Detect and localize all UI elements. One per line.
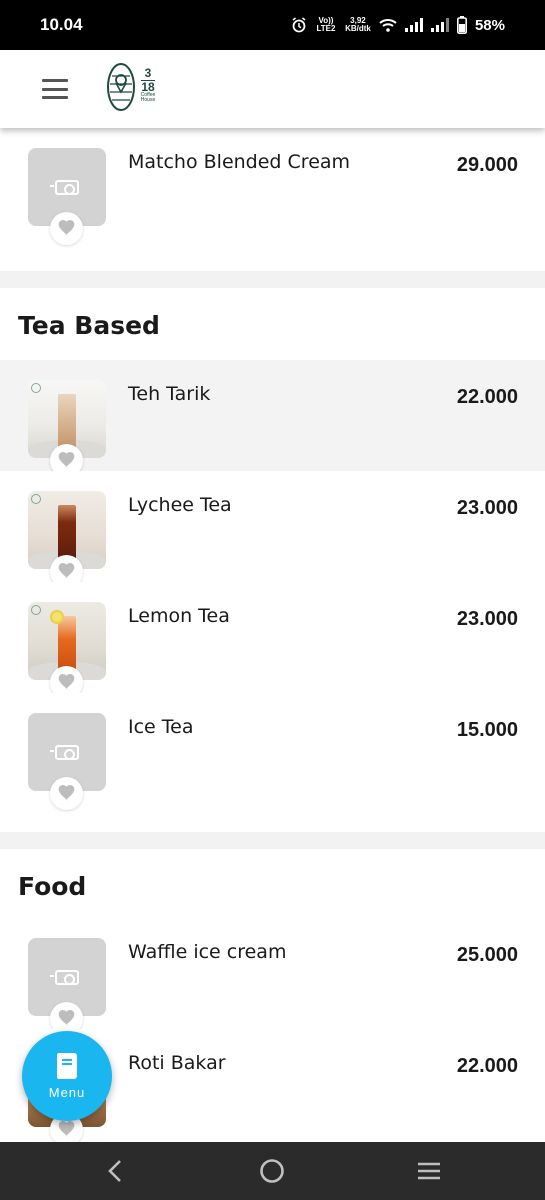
camera-icon — [50, 970, 79, 985]
status-time: 10.04 — [40, 15, 83, 34]
system-nav-bar — [0, 1142, 545, 1200]
heart-icon — [58, 1121, 75, 1138]
alarm-icon — [292, 17, 306, 33]
item-price: 29.000 — [456, 154, 518, 176]
logo-text: 3 18 Coffee House — [140, 66, 156, 103]
item-name: Lemon Tea — [128, 605, 230, 627]
status-bar: 10.04 Vo)) LTE2 3,92 KB/dtk 58% — [0, 0, 545, 50]
wifi-icon — [379, 19, 397, 32]
heart-icon — [58, 563, 75, 580]
section-title: Food — [18, 872, 87, 901]
favorite-button[interactable] — [50, 212, 83, 245]
book-icon — [57, 1052, 77, 1079]
list-item[interactable]: Matcho Blended Cream 29.000 — [0, 128, 545, 245]
list-item[interactable]: Waffle ice cream 25.000 — [0, 918, 545, 1035]
item-name: Matcho Blended Cream — [128, 151, 351, 173]
carrier-label: Vo)) LTE2 — [316, 16, 336, 33]
item-price: 23.000 — [456, 497, 518, 519]
heart-icon — [58, 674, 75, 691]
section-divider — [0, 271, 545, 288]
camera-icon — [50, 180, 79, 195]
list-item[interactable]: Teh Tarik 22.000 — [0, 360, 545, 477]
back-button[interactable] — [100, 1157, 130, 1185]
battery-percent: 58% — [474, 16, 505, 34]
item-price: 22.000 — [456, 1055, 518, 1077]
heart-icon — [58, 1010, 75, 1027]
heart-icon — [58, 452, 75, 469]
heart-icon — [58, 220, 75, 237]
section-title: Tea Based — [18, 311, 160, 340]
status-indicators: Vo)) LTE2 3,92 KB/dtk 58% — [291, 16, 505, 34]
back-icon — [108, 1160, 121, 1182]
list-item[interactable]: Lychee Tea 23.000 — [0, 471, 545, 588]
item-price: 15.000 — [456, 719, 518, 741]
item-name: Ice Tea — [128, 716, 194, 738]
home-icon — [260, 1159, 284, 1183]
heart-icon — [58, 785, 75, 802]
item-price: 25.000 — [456, 944, 518, 966]
camera-icon — [50, 745, 79, 760]
fab-label: Menu — [48, 1084, 86, 1100]
item-price: 23.000 — [456, 608, 518, 630]
item-name: Waffle ice cream — [128, 941, 287, 963]
list-item[interactable]: Lemon Tea 23.000 — [0, 582, 545, 699]
app-header: 3 18 Coffee House — [0, 50, 545, 128]
menu-list[interactable]: Matcho Blended Cream 29.000 Tea Based Te… — [0, 128, 545, 1142]
menu-fab-button[interactable]: Menu — [22, 1031, 112, 1121]
favorite-button[interactable] — [50, 777, 83, 810]
signal-icon — [404, 18, 423, 32]
recents-icon — [418, 1162, 440, 1180]
battery-icon — [456, 16, 467, 34]
signal-icon-2 — [430, 18, 449, 32]
list-item[interactable]: Ice Tea 15.000 — [0, 693, 545, 810]
section-divider — [0, 832, 545, 849]
item-name: Teh Tarik — [128, 383, 211, 405]
item-name: Roti Bakar — [128, 1052, 226, 1074]
item-price: 22.000 — [456, 386, 518, 408]
hamburger-menu-icon[interactable] — [42, 79, 68, 99]
home-button[interactable] — [257, 1157, 287, 1185]
network-speed: 3,92 KB/dtk — [345, 16, 371, 33]
recents-button[interactable] — [414, 1157, 444, 1185]
item-name: Lychee Tea — [128, 494, 232, 516]
